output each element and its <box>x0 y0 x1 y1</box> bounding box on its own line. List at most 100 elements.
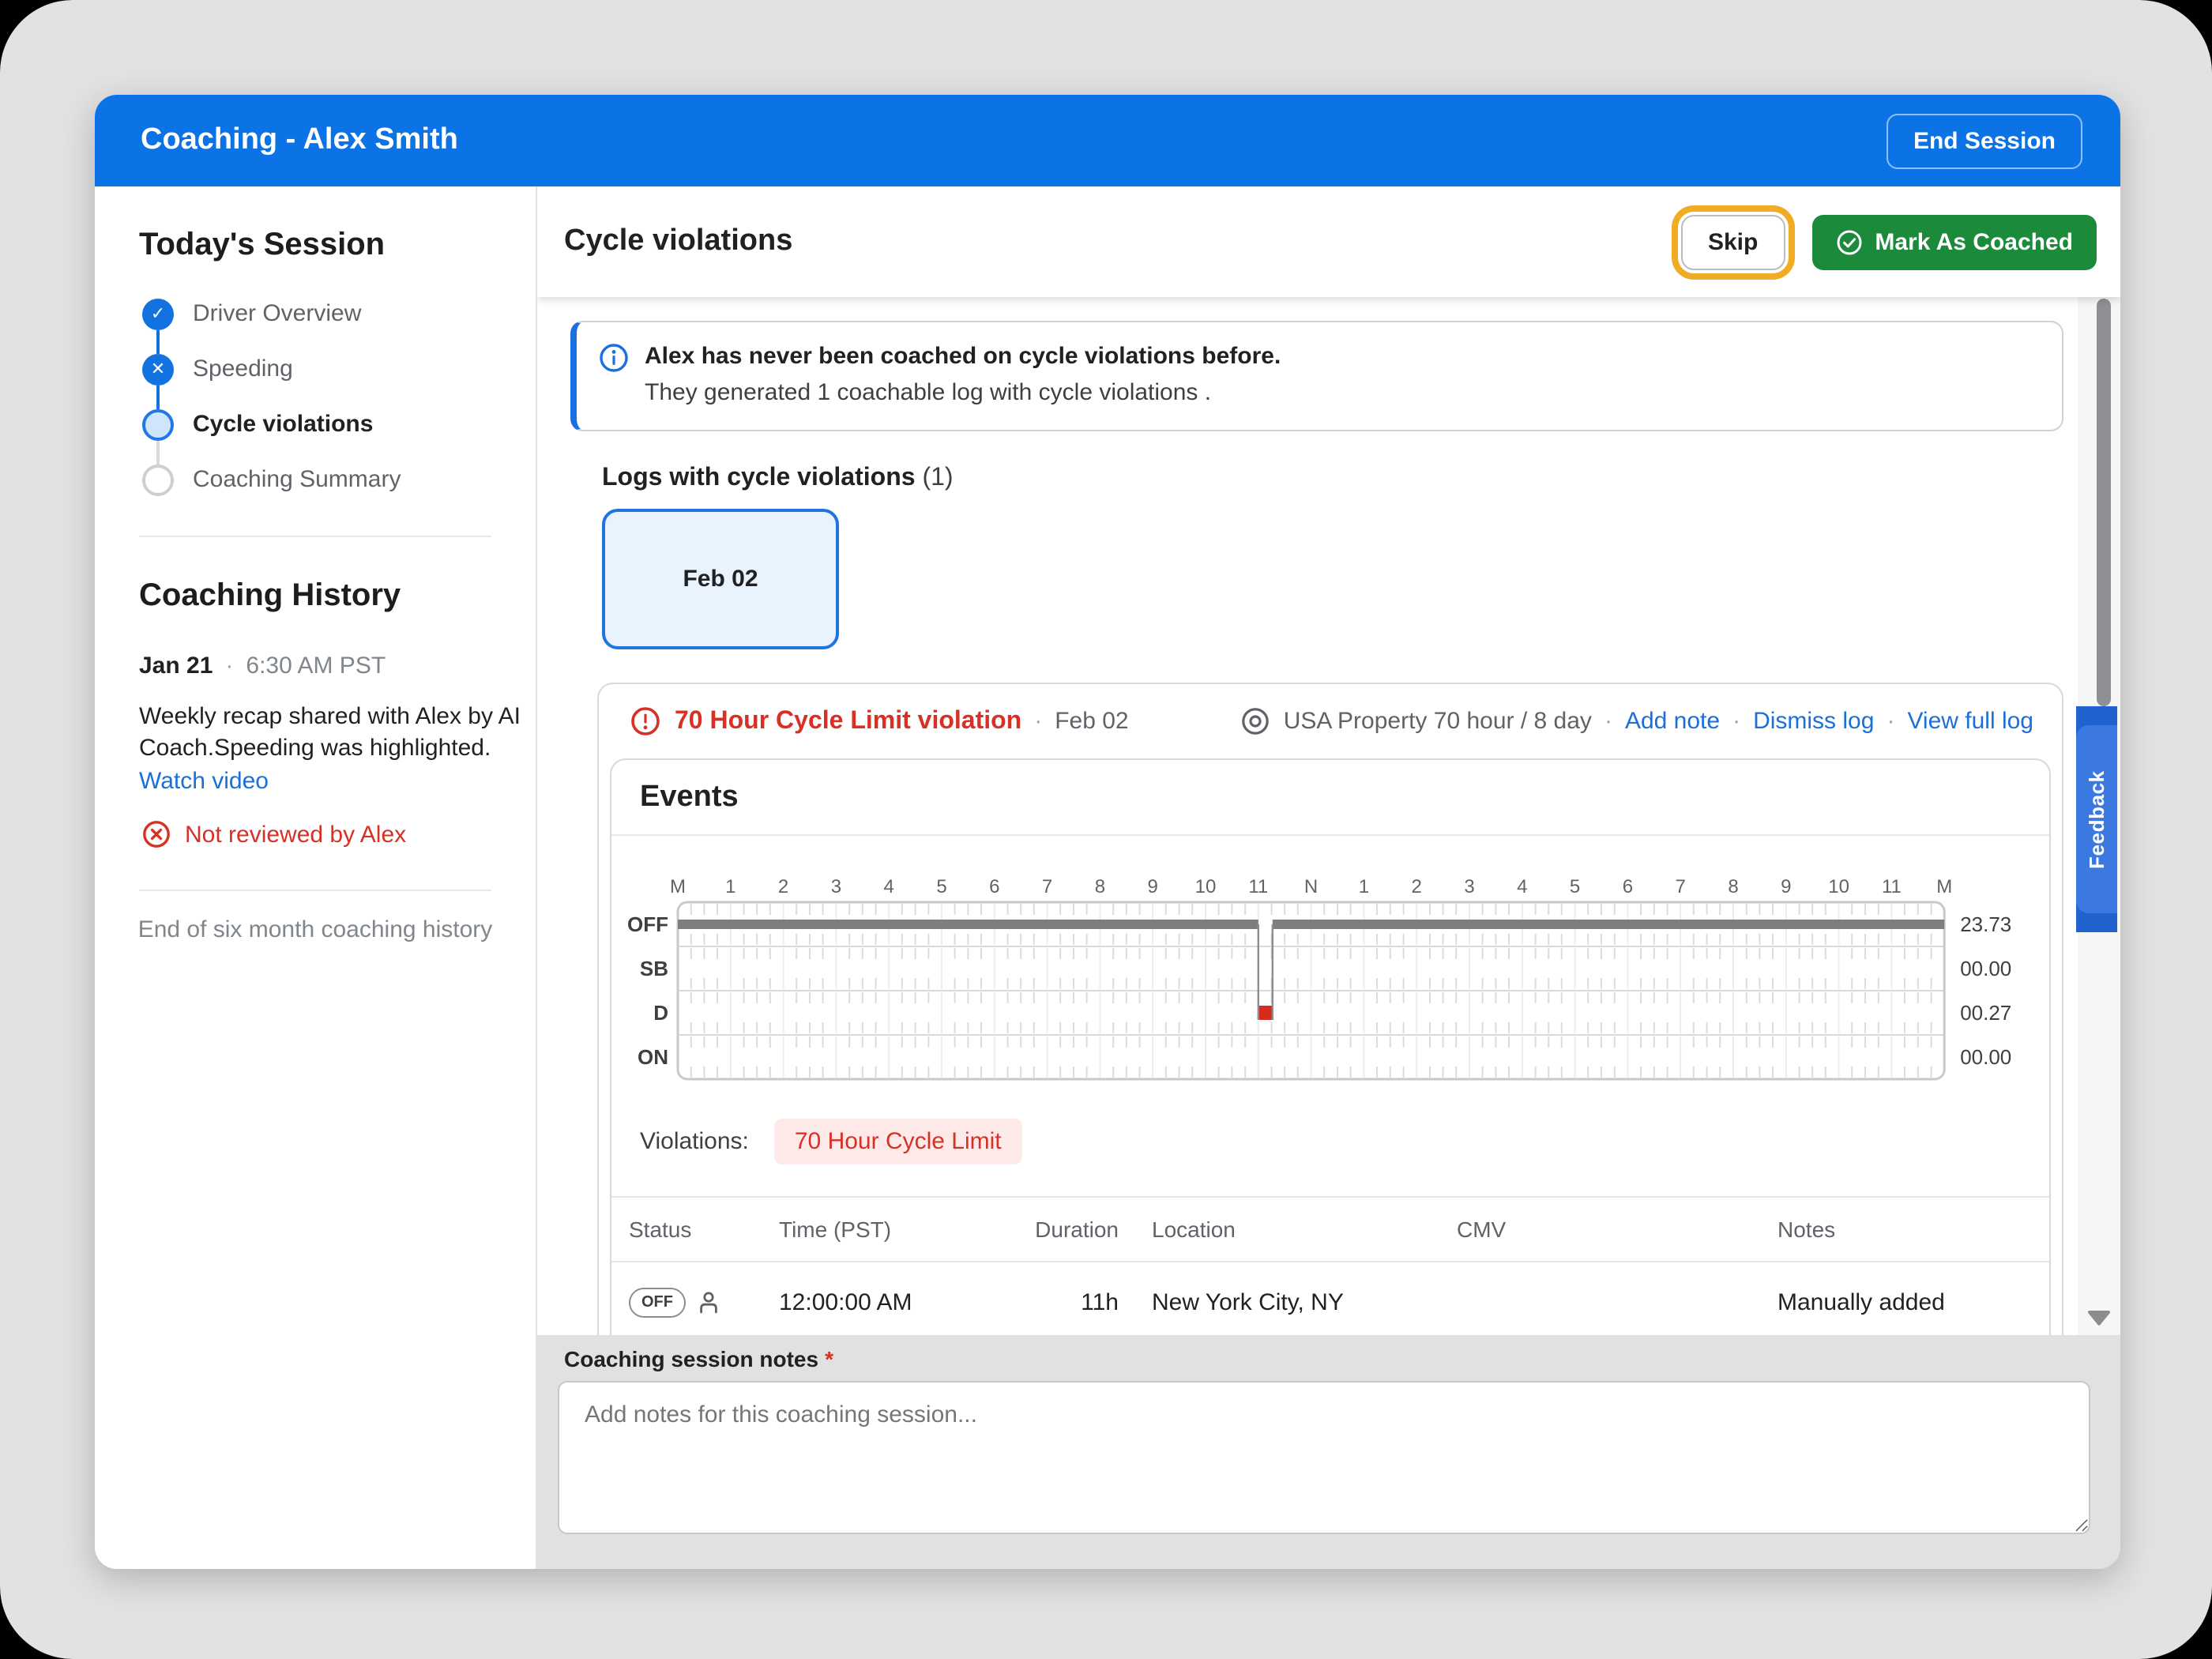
violation-header: 70 Hour Cycle Limit violation · Feb 02 U… <box>599 684 2062 758</box>
events-table-row: OFF12:00:00 AM11hNew York City, NYManual… <box>611 1262 2049 1335</box>
history-summary: Weekly recap shared with Alex by AI Coac… <box>139 702 537 765</box>
violation-card: 70 Hour Cycle Limit violation · Feb 02 U… <box>597 683 2063 1335</box>
feedback-tab[interactable]: Feedback <box>2076 706 2117 932</box>
cell-location: New York City, NY <box>1119 1288 1457 1315</box>
violations-row: Violations: 70 Hour Cycle Limit <box>640 1119 1022 1164</box>
svg-text:00.27: 00.27 <box>1960 1001 2011 1025</box>
violation-badge: 70 Hour Cycle Limit <box>774 1119 1022 1164</box>
status-pill: OFF <box>629 1287 686 1317</box>
violations-label: Violations: <box>640 1128 749 1155</box>
step-label: Speeding <box>193 356 293 382</box>
svg-text:7: 7 <box>1676 876 1686 897</box>
person-icon <box>695 1288 722 1315</box>
svg-text:3: 3 <box>1464 876 1474 897</box>
separator-dot: · <box>225 653 233 679</box>
events-table: StatusTime (PST)DurationLocationCMVNotes… <box>611 1196 2049 1335</box>
sidebar: Today's Session ✓ Driver Overview ✕ Speedin… <box>95 186 537 1569</box>
cell-duration: 11h <box>1008 1288 1119 1315</box>
svg-text:11: 11 <box>1248 876 1268 897</box>
svg-text:00.00: 00.00 <box>1960 957 2011 980</box>
column-header-time-pst-: Time (PST) <box>779 1217 1008 1242</box>
separator-dot: · <box>1604 708 1612 735</box>
cell-notes: Manually added <box>1778 1288 2049 1315</box>
sidebar-step-driver-overview[interactable]: ✓ Driver Overview <box>95 286 536 341</box>
banner-line1: Alex has never been coached on cycle vio… <box>645 338 1281 374</box>
column-header-cmv: CMV <box>1457 1217 1778 1242</box>
step-connector <box>156 440 160 464</box>
not-reviewed-text: Not reviewed by Alex <box>185 821 406 848</box>
log-date-card[interactable]: Feb 02 <box>602 509 839 649</box>
events-title: Events <box>611 760 2049 836</box>
add-note-link[interactable]: Add note <box>1625 708 1720 735</box>
step-connector <box>156 385 160 408</box>
view-full-log-link[interactable]: View full log <box>1907 708 2033 735</box>
svg-text:00.00: 00.00 <box>1960 1045 2011 1069</box>
scrollbar-thumb[interactable] <box>2097 299 2111 706</box>
notes-label-text: Coaching session notes <box>564 1346 818 1371</box>
svg-text:M: M <box>670 876 686 897</box>
hos-log-svg: M1234567891011N1234567891011MOFF23.73SB0… <box>611 834 2051 1090</box>
hos-log-chart: M1234567891011N1234567891011MOFF23.73SB0… <box>611 834 2051 1098</box>
info-icon <box>599 343 629 373</box>
history-time: 6:30 AM PST <box>246 653 386 679</box>
svg-text:SB: SB <box>640 957 668 980</box>
svg-text:2: 2 <box>1412 876 1422 897</box>
main-header: Cycle violations Skip Mark As Coached <box>537 186 2120 297</box>
svg-text:6: 6 <box>989 876 999 897</box>
logs-heading: Logs with cycle violations (1) <box>602 465 2078 493</box>
svg-text:10: 10 <box>1195 876 1217 897</box>
cell-status: OFF <box>629 1287 779 1317</box>
coaching-window: Coaching - Alex Smith End Session Today'… <box>95 95 2120 1569</box>
step-current-icon <box>142 408 174 440</box>
svg-text:2: 2 <box>778 876 788 897</box>
history-end-text: End of six month coaching history <box>95 916 536 943</box>
scroll-down-arrow[interactable] <box>2087 1305 2111 1334</box>
end-session-button[interactable]: End Session <box>1887 113 2082 168</box>
history-date: Jan 21 <box>139 653 213 679</box>
step-label: Driver Overview <box>193 300 361 327</box>
check-circle-icon <box>1835 228 1862 255</box>
svg-text:4: 4 <box>884 876 894 897</box>
svg-text:D: D <box>653 1001 668 1025</box>
svg-text:7: 7 <box>1042 876 1052 897</box>
svg-text:11: 11 <box>1882 876 1902 897</box>
screenshot-stage: Coaching - Alex Smith End Session Today'… <box>0 0 2212 1659</box>
dismiss-log-link[interactable]: Dismiss log <box>1753 708 1874 735</box>
step-done-icon: ✓ <box>142 298 174 329</box>
svg-text:N: N <box>1304 876 1318 897</box>
coaching-history-title: Coaching History <box>139 578 536 615</box>
svg-text:9: 9 <box>1781 876 1791 897</box>
step-label: Coaching Summary <box>193 466 401 493</box>
feedback-label: Feedback <box>2076 706 2117 932</box>
svg-text:ON: ON <box>638 1045 668 1069</box>
watch-video-link[interactable]: Watch video <box>139 766 269 798</box>
divider <box>139 536 491 537</box>
sidebar-step-cycle-violations[interactable]: Cycle violations <box>95 397 536 452</box>
logs-count: (1) <box>922 465 953 491</box>
history-entry-date: Jan 21 · 6:30 AM PST <box>139 653 536 679</box>
svg-text:M: M <box>1936 876 1952 897</box>
mark-as-coached-label: Mark As Coached <box>1875 228 2073 255</box>
info-banner: Alex has never been coached on cycle vio… <box>570 321 2063 431</box>
page-title: Cycle violations <box>564 224 1662 259</box>
column-header-duration: Duration <box>1008 1217 1119 1242</box>
separator-dot: · <box>1732 708 1740 735</box>
main-panel: Cycle violations Skip Mark As Coached <box>537 186 2120 1569</box>
skip-button[interactable]: Skip <box>1681 214 1785 269</box>
coaching-notes-section: Coaching session notes* <box>537 1335 2120 1569</box>
coaching-notes-textarea[interactable] <box>558 1381 2090 1534</box>
circled-x-icon <box>142 820 171 848</box>
notes-label: Coaching session notes* <box>564 1346 2120 1371</box>
sidebar-step-coaching-summary[interactable]: Coaching Summary <box>95 452 536 507</box>
events-table-header: StatusTime (PST)DurationLocationCMVNotes <box>611 1196 2049 1262</box>
sidebar-step-speeding[interactable]: ✕ Speeding <box>95 341 536 397</box>
ruleset-label: USA Property 70 hour / 8 day <box>1284 708 1592 735</box>
svg-text:3: 3 <box>831 876 841 897</box>
session-title: Today's Session <box>139 228 536 264</box>
desktop-background: Coaching - Alex Smith End Session Today'… <box>0 0 2212 1659</box>
step-failed-icon: ✕ <box>142 353 174 385</box>
ruleset-target-icon <box>1241 706 1271 736</box>
window-title: Coaching - Alex Smith <box>141 123 1887 158</box>
app-header: Coaching - Alex Smith End Session <box>95 95 2120 186</box>
mark-as-coached-button[interactable]: Mark As Coached <box>1811 214 2097 269</box>
